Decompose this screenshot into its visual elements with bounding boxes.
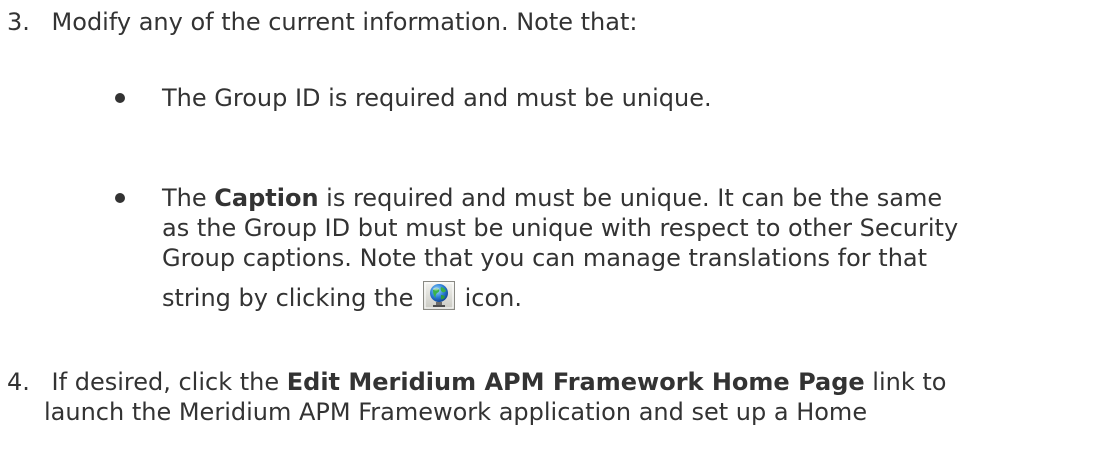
bullet-dot: [115, 193, 125, 203]
bullet-dot: [115, 93, 125, 103]
bullet-item-caption-line-3: Group captions. Note that you can manage…: [162, 244, 927, 272]
step-number: 3.: [7, 8, 30, 36]
step-text-pre: If desired, click the: [51, 368, 287, 396]
globe-icon[interactable]: [422, 281, 455, 310]
bullet-item-caption-line-1: The Caption is required and must be uniq…: [162, 184, 942, 212]
step-text-post: link to: [864, 368, 947, 396]
bullet-text: Group captions. Note that you can manage…: [162, 244, 928, 272]
step-text: Modify any of the current information. N…: [51, 8, 638, 36]
bullet-text: string by clicking the: [162, 284, 414, 312]
bullet-text: The Group ID is required and must be uni…: [162, 84, 712, 112]
bullet-item-caption-line-4: string by clicking the icon.: [162, 281, 522, 312]
edit-home-page-link-label: Edit Meridium APM Framework Home Page: [286, 368, 865, 396]
bullet-text: The: [162, 184, 215, 212]
caption-term: Caption: [214, 184, 319, 212]
step-4-line-1: 4. If desired, click the Edit Meridium A…: [7, 368, 946, 396]
bullet-item-caption-line-2: as the Group ID but must be unique with …: [162, 214, 958, 242]
step-4-line-2: launch the Meridium APM Framework applic…: [44, 398, 867, 426]
step-3: 3. Modify any of the current information…: [7, 8, 637, 36]
step-number: 4.: [7, 368, 30, 396]
step-text: If desired, click the Edit Meridium APM …: [52, 368, 947, 396]
bullet-text: as the Group ID but must be unique with …: [162, 214, 959, 242]
bullet-text: icon.: [464, 284, 523, 312]
bullet-text: is required and must be unique. It can b…: [318, 184, 943, 212]
bullet-item-group-id: The Group ID is required and must be uni…: [162, 84, 712, 112]
step-text: launch the Meridium APM Framework applic…: [44, 398, 868, 426]
